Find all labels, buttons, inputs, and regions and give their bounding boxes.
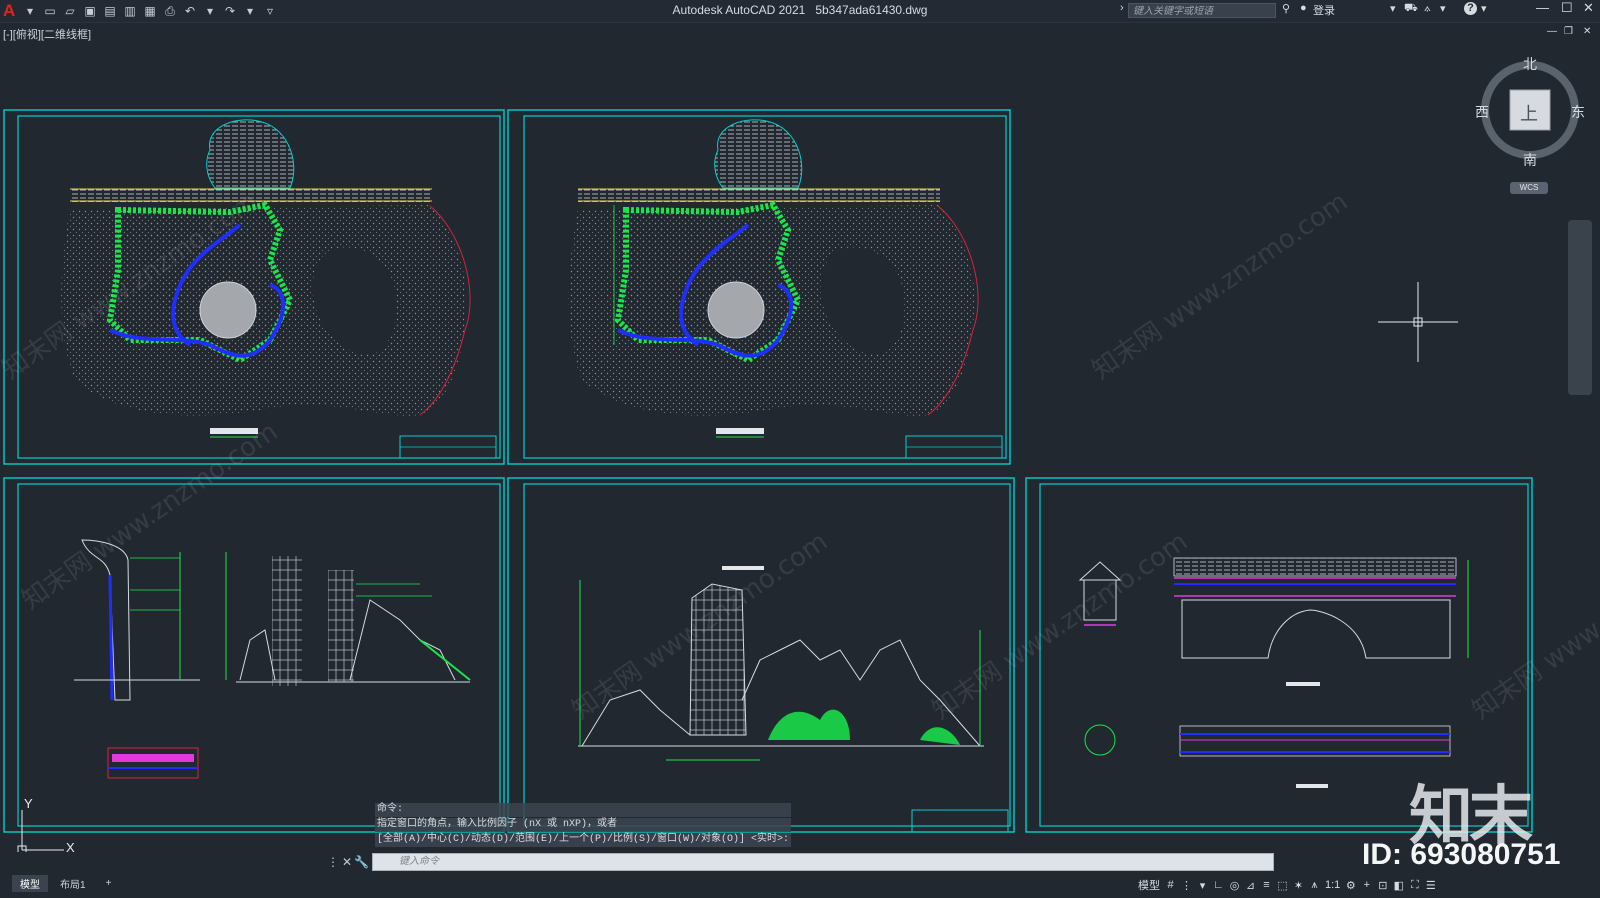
fullscreen-icon[interactable]: ⛶ <box>1409 879 1420 892</box>
watermark-diagonal-text: 知末网 www.znzmo.com <box>17 417 283 616</box>
command-close-icon[interactable]: ✕ <box>340 855 354 869</box>
ucs-x-label: X <box>66 840 75 855</box>
tab-layout1[interactable]: 布局1 <box>52 875 94 892</box>
viewcube-top-face[interactable]: 上 <box>1520 100 1538 126</box>
close-icon[interactable]: ✕ <box>1583 0 1594 16</box>
command-customize-icon[interactable]: 🔧 <box>354 855 369 869</box>
search-expand-icon[interactable]: › <box>1120 2 1124 14</box>
annotation-scale-icon[interactable]: ⩚ <box>1309 879 1320 892</box>
viewcube-north[interactable]: 北 <box>1523 54 1537 74</box>
sheet-site-plan-2[interactable] <box>507 109 1011 465</box>
grid-icon[interactable]: # <box>1165 879 1176 891</box>
app-title: Autodesk AutoCAD 2021 <box>672 3 806 17</box>
tab-model[interactable]: 模型 <box>12 874 48 892</box>
ucs-icon <box>17 810 64 852</box>
search-icon[interactable]: ⚲ <box>1282 2 1290 15</box>
layout-tabs: 模型 布局1 + <box>12 874 119 892</box>
customize-menu-icon[interactable]: ☰ <box>1425 879 1436 892</box>
user-icon[interactable]: ● <box>1300 2 1307 14</box>
sheet-elevations-2[interactable] <box>507 477 1015 833</box>
lineweight-icon[interactable]: ≡ <box>1261 879 1272 891</box>
annotation-scale-value[interactable]: 1:1 <box>1325 879 1340 891</box>
watermark-diagonal-text: 知末网 www.znzmo.com <box>1087 187 1353 386</box>
command-input[interactable]: 键入命令 <box>372 853 1274 871</box>
crosshair-cursor <box>1378 282 1458 362</box>
tab-add-layout[interactable]: + <box>98 877 120 890</box>
login-link[interactable]: 登录 <box>1313 2 1335 18</box>
snap-icon[interactable]: ⋮ <box>1181 879 1192 892</box>
maximize-icon[interactable]: ☐ <box>1561 0 1573 16</box>
drawing-canvas[interactable]: 知末网 www.znzmo.com 知末网 www.znzmo.com 知末网 ww… <box>0 22 1600 852</box>
login-dropdown-icon[interactable]: ▾ <box>1390 2 1396 15</box>
connect-dropdown-icon[interactable]: ▾ <box>1440 2 1446 15</box>
units-icon[interactable]: ⊡ <box>1377 879 1388 892</box>
selection-cycling-icon[interactable]: ⬚ <box>1277 879 1288 892</box>
watermark-id: ID: 693080751 <box>1362 838 1561 871</box>
command-grip-icon[interactable]: ⋮ <box>326 855 340 869</box>
search-input[interactable]: 键入关键字或短语 <box>1128 3 1276 18</box>
command-history-line: 命令: <box>375 803 792 817</box>
minimize-icon[interactable]: — <box>1536 0 1549 15</box>
sheet-elevations-1[interactable] <box>3 477 505 833</box>
watermark-diagonal-text: 知末网 www.znzmo.com <box>927 527 1193 726</box>
viewcube-east[interactable]: 东 <box>1571 102 1585 122</box>
command-bar: ⋮ ✕ 🔧 键入命令 <box>326 852 1274 872</box>
viewcube-west[interactable]: 西 <box>1475 102 1489 122</box>
ucs-y-label: Y <box>24 796 33 811</box>
workspace-gear-icon[interactable]: ⚙ <box>1345 879 1356 892</box>
status-bar: 模型 # ⋮ ▾ ∟ ◎ ⊿ ≡ ⬚ ✶ ⩚ 1:1 ⚙ + ⊡ ◧ ⛶ ☰ <box>1138 875 1436 895</box>
command-history-line: 指定窗口的角点，输入比例因子 (nX 或 nXP)，或者 <box>375 818 792 832</box>
sheet-site-plan-1[interactable] <box>3 109 505 465</box>
ortho-icon[interactable]: ∟ <box>1213 879 1224 891</box>
command-history-line: [全部(A)/中心(C)/动态(D)/范围(E)/上一个(P)/比例(S)/窗口… <box>375 833 792 847</box>
help-icon[interactable]: ? <box>1464 2 1477 15</box>
window-title: Autodesk AutoCAD 2021 5b347ada61430.dwg <box>0 3 1600 17</box>
help-dropdown-icon[interactable]: ▾ <box>1481 2 1487 15</box>
file-name: 5b347ada61430.dwg <box>815 3 928 17</box>
osnap-icon[interactable]: ⊿ <box>1245 879 1256 892</box>
connect-icon[interactable]: ⟑ <box>1424 2 1431 15</box>
polar-icon[interactable]: ◎ <box>1229 879 1240 892</box>
model-space-button[interactable]: 模型 <box>1138 877 1160 893</box>
snap-dropdown-icon[interactable]: ▾ <box>1197 879 1208 892</box>
viewcube-south[interactable]: 南 <box>1523 150 1537 170</box>
navigation-bar[interactable] <box>1568 220 1592 395</box>
command-history: 命令: 指定窗口的角点，输入比例因子 (nX 或 nXP)，或者 [全部(A)/… <box>375 803 792 848</box>
add-icon[interactable]: + <box>1361 879 1372 891</box>
isolate-icon[interactable]: ◧ <box>1393 879 1404 892</box>
title-bar: A ▾ ▭ ▱ ▣ ▤ ▥ ▦ ⎙ ↶ ▾ ↷ ▾ ▿ Autodesk Aut… <box>0 0 1600 23</box>
cart-icon[interactable]: ⛟ <box>1404 2 1418 16</box>
watermark-diagonal-text: 知末网 www.znzmo.com <box>1467 527 1600 726</box>
wcs-menu[interactable]: WCS <box>1510 182 1548 194</box>
annotation-visibility-icon[interactable]: ✶ <box>1293 879 1304 892</box>
